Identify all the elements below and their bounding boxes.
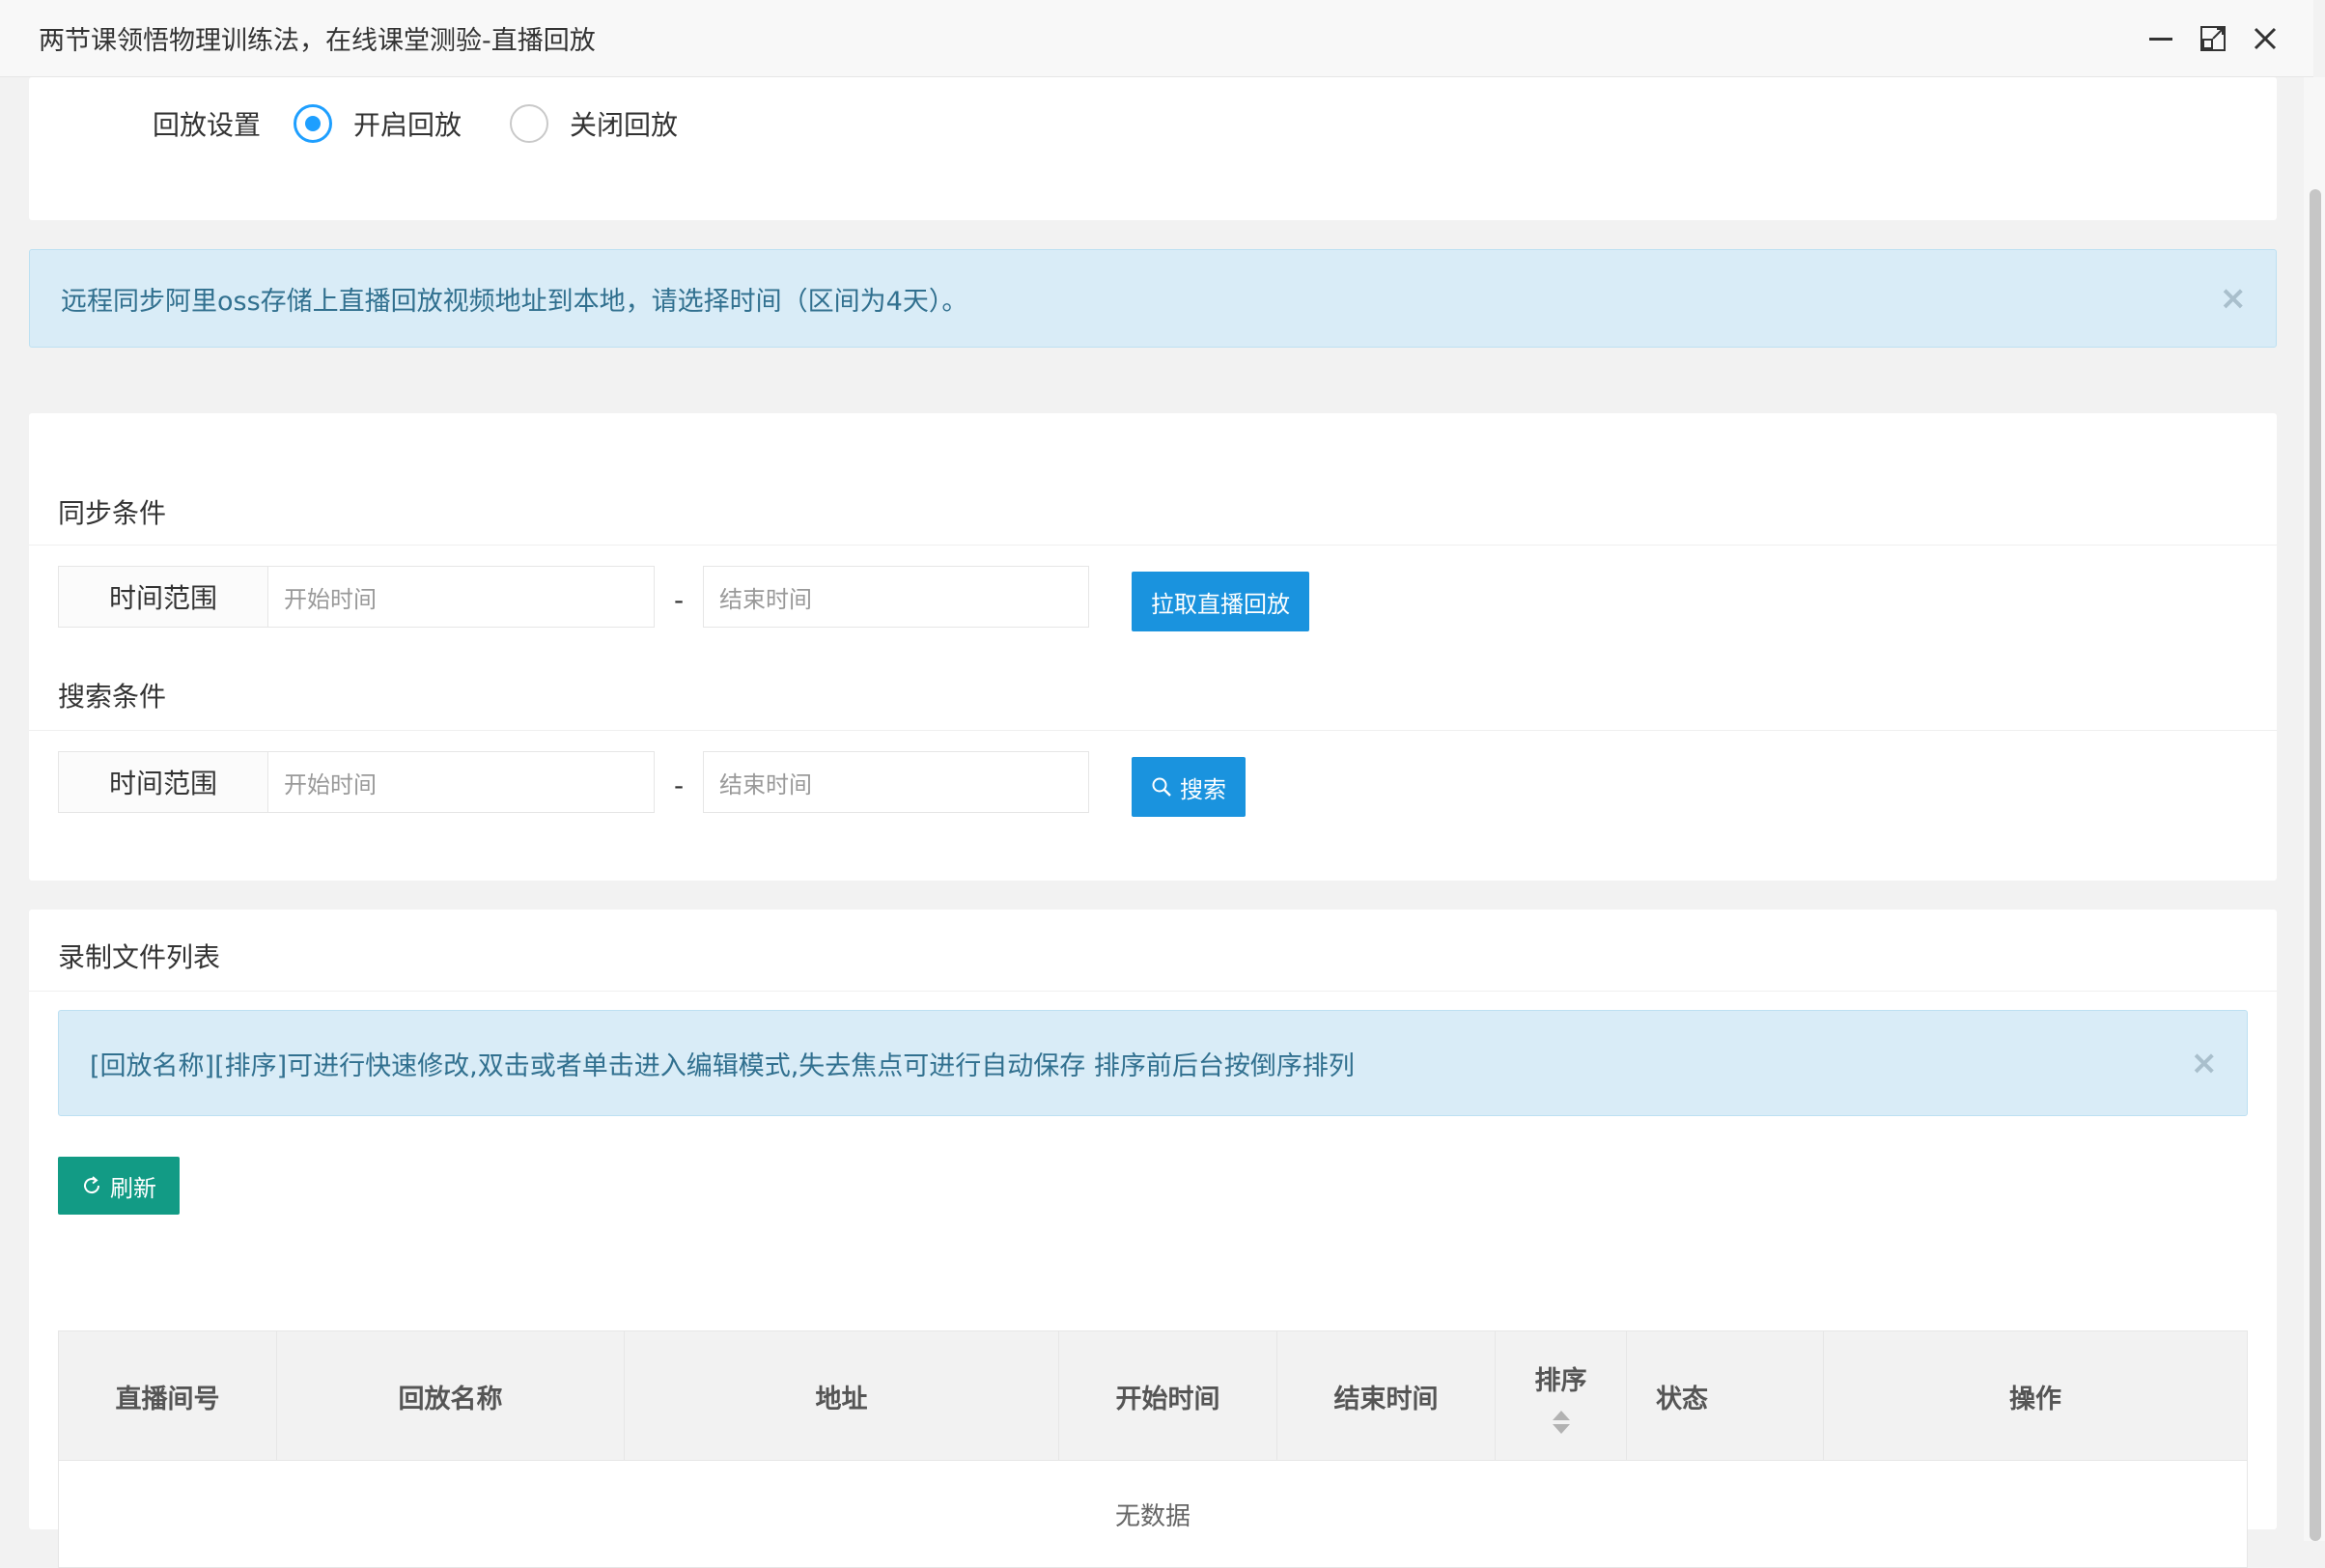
scrollbar[interactable] [2304,77,2325,1541]
range-dash: - [673,769,685,801]
radio-disable-replay[interactable]: 关闭回放 [510,104,678,143]
range-dash: - [673,583,685,616]
radio-enable-replay-label: 开启回放 [353,109,462,141]
column-header[interactable]: 结束时间 [1277,1331,1496,1461]
search-time-range: 时间范围 开始时间 - 结束时间 [58,751,1089,813]
record-list-title: 录制文件列表 [58,941,221,973]
divider [29,545,2277,546]
replay-setting-label: 回放设置 [153,109,262,141]
radio-checked-icon [294,104,333,143]
search-section-title: 搜索条件 [58,681,167,713]
dialog-content: 回放设置 开启回放 关闭回放 远程同步阿里oss存储上直播回放视频地址到本地，请… [0,77,2304,1568]
sync-info-text: 远程同步阿里oss存储上直播回放视频地址到本地，请选择时间（区间为4天）。 [61,286,968,317]
search-range-label: 时间范围 [58,751,268,813]
column-header[interactable]: 回放名称 [277,1331,625,1461]
sync-section-title: 同步条件 [58,497,167,529]
sync-range-label: 时间范围 [58,566,268,628]
search-button[interactable]: 搜索 [1132,757,1246,817]
divider [29,991,2277,992]
divider [29,730,2277,731]
column-header[interactable]: 状态 [1627,1331,1824,1461]
table-empty-state: 无数据 [1114,1501,1191,1531]
alert-close-icon[interactable]: × [2191,1044,2219,1082]
pull-replay-button-label: 拉取直播回放 [1151,590,1290,618]
column-header[interactable]: 开始时间 [1059,1331,1277,1461]
column-header[interactable]: 直播间号 [59,1331,277,1461]
record-table: 直播间号 回放名称 地址 开始时间 结束时间 排序 状态 操作 无数据 [58,1330,2248,1568]
pull-replay-button[interactable]: 拉取直播回放 [1132,572,1309,631]
table-header: 直播间号 回放名称 地址 开始时间 结束时间 排序 状态 操作 [59,1331,2247,1461]
refresh-button-label: 刷新 [110,1174,156,1202]
record-list-alert: [回放名称][排序]可进行快速修改,双击或者单击进入编辑模式,失去焦点可进行自动… [58,1010,2248,1116]
minimize-icon[interactable] [2145,23,2176,54]
sync-info-alert: 远程同步阿里oss存储上直播回放视频地址到本地，请选择时间（区间为4天）。 × [29,249,2277,348]
sort-column-label: 排序 [1534,1365,1587,1396]
column-header[interactable]: 操作 [1824,1331,2247,1461]
sync-time-range: 时间范围 开始时间 - 结束时间 [58,566,1089,628]
radio-unchecked-icon [510,104,549,143]
radio-disable-replay-label: 关闭回放 [570,109,679,141]
alert-close-icon[interactable]: × [2220,279,2248,318]
replay-setting-row: 回放设置 开启回放 关闭回放 [153,104,726,143]
window-controls [2145,23,2281,54]
close-icon[interactable] [2250,23,2281,54]
replay-setting-card: 回放设置 开启回放 关闭回放 [29,77,2277,220]
sync-start-time-input[interactable]: 开始时间 [268,566,655,628]
column-header[interactable]: 地址 [625,1331,1059,1461]
window-titlebar: 两节课领悟物理训练法，在线课堂测验-直播回放 [0,0,2313,77]
maximize-icon[interactable] [2198,23,2228,54]
search-end-time-input[interactable]: 结束时间 [703,751,1089,813]
search-card: 搜索条件 时间范围 开始时间 - 结束时间 搜索 [29,649,2277,881]
scrollbar-thumb[interactable] [2310,189,2321,1541]
sort-column-header[interactable]: 排序 [1496,1331,1627,1461]
window-title: 两节课领悟物理训练法，在线课堂测验-直播回放 [39,26,596,56]
sync-end-time-input[interactable]: 结束时间 [703,566,1089,628]
record-list-card: 录制文件列表 [回放名称][排序]可进行快速修改,双击或者单击进入编辑模式,失去… [29,910,2277,1568]
sort-icon[interactable] [1552,1410,1570,1434]
refresh-button[interactable]: 刷新 [58,1157,180,1215]
record-list-alert-text: [回放名称][排序]可进行快速修改,双击或者单击进入编辑模式,失去焦点可进行自动… [90,1050,1355,1081]
search-icon [1152,777,1171,797]
refresh-icon [84,1176,100,1194]
radio-enable-replay[interactable]: 开启回放 [294,104,462,143]
search-start-time-input[interactable]: 开始时间 [268,751,655,813]
search-button-label: 搜索 [1180,775,1226,803]
